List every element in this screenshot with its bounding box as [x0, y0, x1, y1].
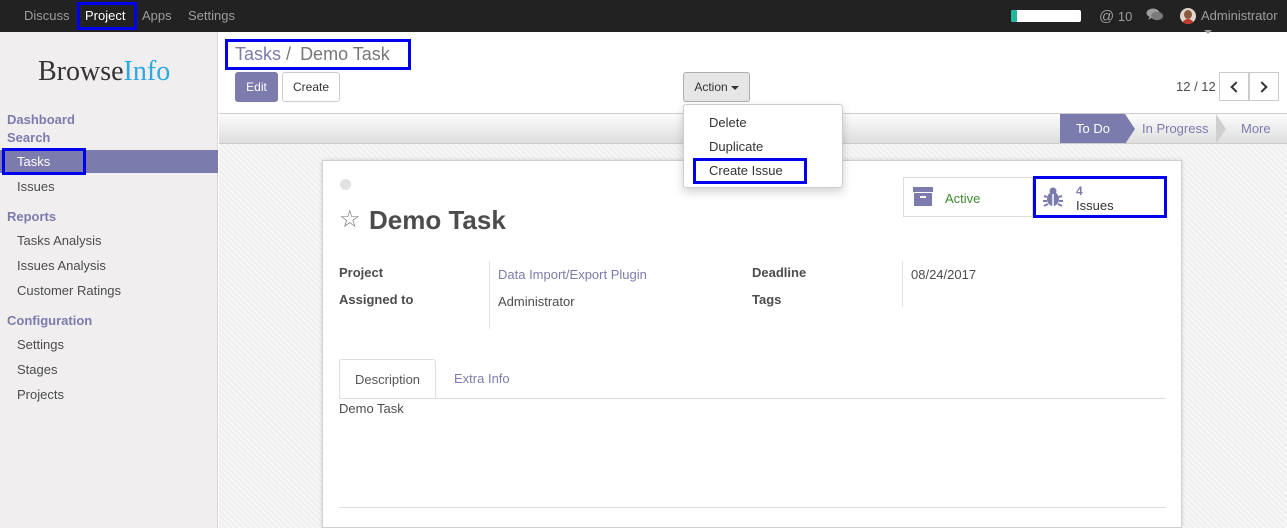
- chevron-left-icon: [1230, 81, 1242, 93]
- deadline-field-label: Deadline: [752, 265, 807, 280]
- description-text[interactable]: Demo Task: [339, 401, 404, 416]
- sidebar-section-dashboard[interactable]: Dashboard: [7, 112, 75, 127]
- deadline-field-value: 08/24/2017: [911, 267, 977, 282]
- active-toggle-button[interactable]: Active: [903, 177, 1033, 217]
- sidebar-section-reports[interactable]: Reports: [7, 209, 56, 224]
- top-navbar: Discuss Project Apps Settings @ 10 Admin…: [0, 0, 1287, 34]
- sidebar-item-issues-analysis[interactable]: Issues Analysis: [17, 258, 106, 273]
- onboarding-progress-bar[interactable]: [1011, 10, 1081, 22]
- tab-extra-info[interactable]: Extra Info: [439, 359, 525, 399]
- sidebar-item-tasks-analysis[interactable]: Tasks Analysis: [17, 233, 102, 248]
- pager-value[interactable]: 12 / 12: [1176, 79, 1216, 94]
- highlight-breadcrumb: [225, 39, 411, 70]
- sidebar-item-projects[interactable]: Projects: [17, 387, 64, 402]
- action-label: Action: [694, 80, 728, 94]
- tab-description[interactable]: Description: [339, 359, 437, 399]
- tab-divider: [339, 398, 1166, 399]
- mentions-indicator[interactable]: @ 10: [1099, 8, 1132, 25]
- sidebar-item-settings[interactable]: Settings: [17, 337, 64, 352]
- field-separator: [489, 261, 490, 329]
- action-button[interactable]: Action: [683, 72, 750, 102]
- menu-discuss[interactable]: Discuss: [24, 8, 70, 23]
- user-name: Administrator: [1201, 8, 1278, 23]
- active-label: Active: [945, 191, 981, 206]
- highlight-tasks-item: [2, 148, 86, 175]
- menu-apps[interactable]: Apps: [142, 8, 172, 23]
- sidebar-item-issues[interactable]: Issues: [17, 179, 55, 194]
- chevron-down-icon: [1204, 29, 1212, 34]
- at-icon: @: [1099, 8, 1115, 25]
- stage-more[interactable]: More: [1225, 114, 1285, 143]
- task-title: Demo Task: [369, 205, 506, 235]
- kanban-state-icon[interactable]: [340, 179, 351, 190]
- chat-icon[interactable]: [1146, 7, 1164, 26]
- archive-icon: [913, 187, 933, 207]
- stage-in-progress[interactable]: In Progress: [1126, 114, 1216, 143]
- menu-item-delete[interactable]: Delete: [709, 115, 747, 130]
- project-field-label: Project: [339, 265, 384, 280]
- sidebar-section-search[interactable]: Search: [7, 130, 50, 145]
- highlight-create-issue: [693, 158, 807, 184]
- pager-next-button[interactable]: [1249, 72, 1279, 101]
- user-avatar[interactable]: [1180, 8, 1196, 24]
- sheet-bottom-divider: [339, 507, 1166, 508]
- field-separator: [902, 261, 903, 307]
- create-button[interactable]: Create: [282, 72, 340, 102]
- menu-settings[interactable]: Settings: [188, 8, 235, 23]
- highlight-project-menu: [77, 2, 137, 30]
- browseinfo-logo[interactable]: BrowseInfo: [38, 56, 170, 88]
- menu-item-duplicate[interactable]: Duplicate: [709, 139, 763, 154]
- sidebar-item-stages[interactable]: Stages: [17, 362, 57, 377]
- mentions-count: 10: [1117, 9, 1133, 24]
- project-field-value[interactable]: Data Import/Export Plugin: [498, 267, 647, 282]
- stage-to-do[interactable]: To Do: [1060, 114, 1135, 144]
- sidebar: [0, 32, 218, 528]
- star-icon[interactable]: ☆: [339, 205, 361, 234]
- tags-field-label: Tags: [752, 292, 782, 307]
- chevron-right-icon: [1256, 81, 1268, 93]
- assigned-to-label: Assigned to: [339, 292, 414, 307]
- sidebar-section-configuration[interactable]: Configuration: [7, 313, 92, 328]
- sidebar-item-customer-ratings[interactable]: Customer Ratings: [17, 283, 121, 298]
- user-menu[interactable]: Administrator: [1201, 8, 1287, 38]
- pager-previous-button[interactable]: [1219, 72, 1249, 101]
- edit-button[interactable]: Edit: [235, 72, 278, 102]
- caret-down-icon: [730, 85, 739, 90]
- highlight-issues-button: [1033, 176, 1167, 218]
- progress-fill: [1011, 10, 1017, 22]
- assigned-to-value: Administrator: [498, 294, 575, 309]
